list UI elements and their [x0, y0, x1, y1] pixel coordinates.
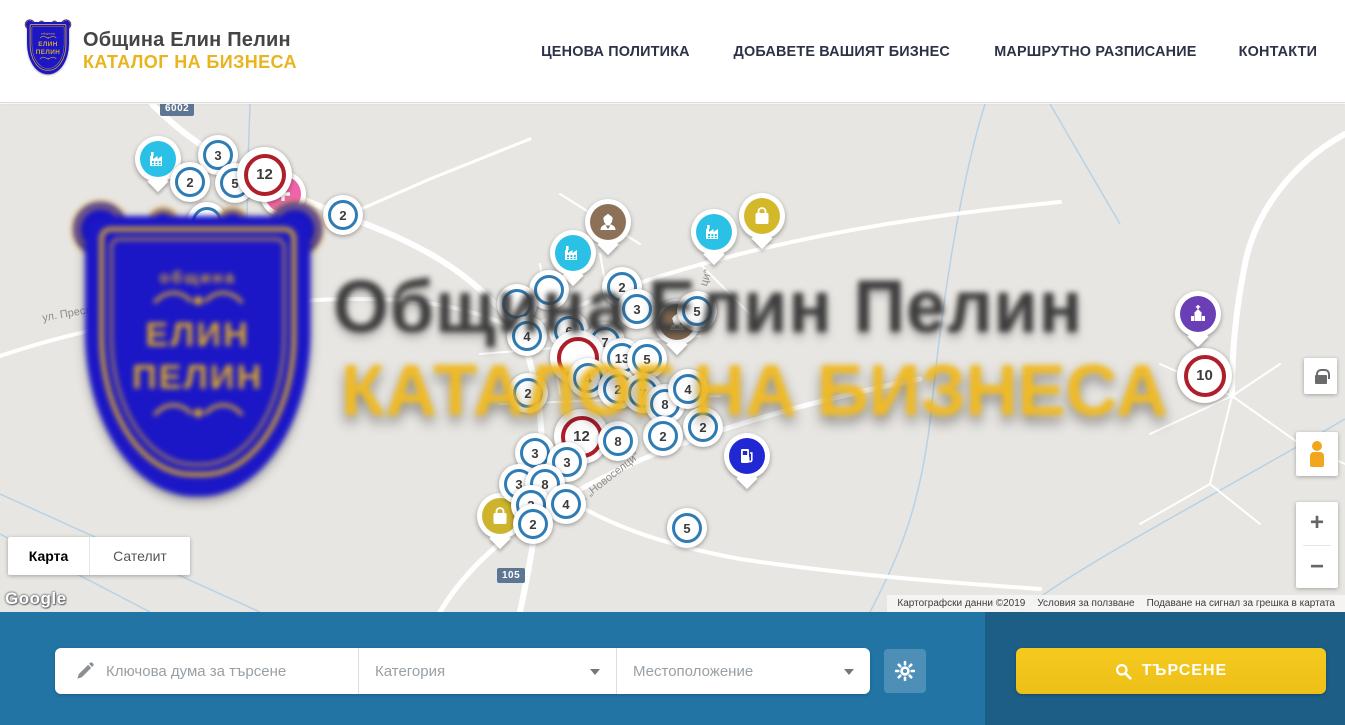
zoom-control: + −	[1296, 502, 1338, 588]
location-select[interactable]: Местоположение	[616, 648, 870, 694]
worker-pin[interactable]	[585, 199, 631, 245]
bag-icon	[744, 198, 780, 234]
cluster-marker[interactable]: 4	[668, 369, 708, 409]
gear-icon	[894, 660, 916, 682]
page: общинаЕЛИНПЕЛИН Община Елин Пелин КАТАЛО…	[0, 0, 1345, 725]
search-bar: Категория Местоположение	[0, 612, 1345, 725]
cluster-marker[interactable]: 4	[507, 316, 547, 356]
lock-button[interactable]	[1304, 358, 1337, 394]
cluster-count: 3	[622, 294, 652, 324]
attribution-link[interactable]: Условия за ползване	[1031, 598, 1140, 609]
nav-item[interactable]: МАРШРУТНО РАЗПИСАНИЕ	[995, 43, 1197, 60]
pencil-icon	[75, 662, 94, 681]
google-logo[interactable]: Google	[5, 589, 67, 609]
main-nav: ЦЕНОВА ПОЛИТИКА ДОБАВЕТЕ ВАШИЯТ БИЗНЕС МАР…	[538, 43, 1319, 60]
map-type-satellite-button[interactable]: Сателит	[89, 537, 190, 575]
search-fields: Категория Местоположение	[55, 648, 870, 694]
zoom-out-button[interactable]: −	[1296, 546, 1338, 589]
keyword-input[interactable]	[106, 663, 346, 680]
map-attribution: Картографски данни ©2019Условия за ползв…	[887, 595, 1345, 612]
cluster-count: 5	[672, 513, 702, 543]
site-logo-link[interactable]: общинаЕЛИНПЕЛИН Община Елин Пелин КАТАЛО…	[27, 22, 297, 80]
cluster-count	[502, 289, 532, 319]
municipality-emblem: общинаЕЛИНПЕЛИН	[27, 22, 69, 74]
attribution-link[interactable]: Подаване на сигнал за грешка в картата	[1141, 598, 1341, 609]
search-icon	[1115, 663, 1132, 680]
cluster-count: 10	[1184, 355, 1226, 397]
cluster-count: 5	[682, 296, 712, 326]
cluster-count: 2	[648, 421, 678, 451]
advanced-settings-button[interactable]	[884, 649, 926, 693]
map-type-map-button[interactable]: Карта	[8, 537, 89, 575]
cluster-count: 2	[518, 509, 548, 539]
cluster-marker[interactable]: 5	[667, 508, 707, 548]
road-number-badge: 6002	[160, 104, 194, 116]
cluster-count: 4	[512, 321, 542, 351]
factory-pin[interactable]	[691, 209, 737, 255]
cluster-marker[interactable]: 2	[683, 407, 723, 447]
map-canvas[interactable]: общинаЕЛИНПЕЛИН Община Елин Пелин КАТАЛО…	[0, 104, 1345, 612]
site-title: Община Елин Пелин	[83, 29, 297, 52]
fuel-pin[interactable]	[724, 433, 770, 479]
cluster-count: 2	[175, 167, 205, 197]
emblem-ornament	[39, 56, 58, 61]
map-type-control: Карта Сателит	[8, 537, 190, 575]
emblem-name-line1: ЕЛИН	[38, 40, 57, 48]
cluster-count: 2	[328, 200, 358, 230]
site-title-block: Община Елин Пелин КАТАЛОГ НА БИЗНЕСА	[83, 29, 297, 73]
chevron-down-icon	[844, 669, 854, 675]
church-icon	[1180, 296, 1216, 332]
cluster-marker[interactable]: 5	[677, 291, 717, 331]
search-button-label: ТЪРСЕНЕ	[1142, 662, 1227, 680]
cluster-marker[interactable]: 8	[598, 421, 638, 461]
site-header: общинаЕЛИНПЕЛИН Община Елин Пелин КАТАЛО…	[0, 0, 1345, 103]
site-subtitle: КАТАЛОГ НА БИЗНЕСА	[83, 52, 297, 73]
cluster-count: 2	[688, 412, 718, 442]
cluster-marker[interactable]: 10	[1177, 348, 1232, 403]
cluster-marker[interactable]: 2	[643, 416, 683, 456]
cluster-count: 12	[244, 154, 286, 196]
location-select-label: Местоположение	[633, 663, 753, 680]
category-select-label: Категория	[375, 663, 445, 680]
cluster-count: 5	[632, 344, 662, 374]
cluster-count	[534, 275, 564, 305]
nav-item[interactable]: ДОБАВЕТЕ ВАШИЯТ БИЗНЕС	[733, 43, 949, 60]
nav-item[interactable]: ЦЕНОВА ПОЛИТИКА	[541, 43, 690, 60]
factory-icon	[555, 235, 591, 271]
church-pin[interactable]	[1175, 291, 1221, 337]
municipality-emblem-small: общинаЕЛИНПЕЛИН	[27, 22, 71, 80]
cluster-marker[interactable]: 2	[170, 162, 210, 202]
cluster-marker[interactable]: 2	[513, 504, 553, 544]
attribution-text: Картографски данни ©2019	[891, 598, 1031, 609]
nav-item[interactable]: КОНТАКТИ	[1239, 43, 1318, 60]
fuel-icon	[729, 438, 765, 474]
cluster-marker[interactable]: 3	[617, 289, 657, 329]
keyword-field[interactable]	[55, 648, 358, 694]
pegman-button[interactable]	[1296, 432, 1338, 476]
cluster-count: 2	[513, 378, 543, 408]
factory-pin[interactable]	[550, 230, 596, 276]
lock-icon	[1315, 375, 1327, 384]
pegman-icon	[1310, 441, 1324, 467]
road-number-badge: 105	[497, 568, 525, 583]
cluster-count: 4	[551, 489, 581, 519]
bag-pin[interactable]	[739, 193, 785, 239]
cluster-marker[interactable]	[187, 202, 227, 242]
category-select[interactable]: Категория	[358, 648, 616, 694]
worker-icon	[590, 204, 626, 240]
zoom-in-button[interactable]: +	[1296, 502, 1338, 545]
cluster-count: 8	[603, 426, 633, 456]
emblem-shield: общинаЕЛИНПЕЛИН	[27, 22, 69, 74]
cluster-marker[interactable]: 2	[323, 195, 363, 235]
cluster-marker[interactable]: 12	[237, 147, 292, 202]
chevron-down-icon	[590, 669, 600, 675]
cluster-count	[192, 207, 222, 237]
factory-icon	[696, 214, 732, 250]
cluster-count: 4	[673, 374, 703, 404]
emblem-name-line2: ПЕЛИН	[36, 48, 60, 56]
factory-icon	[140, 141, 176, 177]
cluster-marker[interactable]: 2	[508, 373, 548, 413]
search-button[interactable]: ТЪРСЕНЕ	[1016, 648, 1326, 694]
